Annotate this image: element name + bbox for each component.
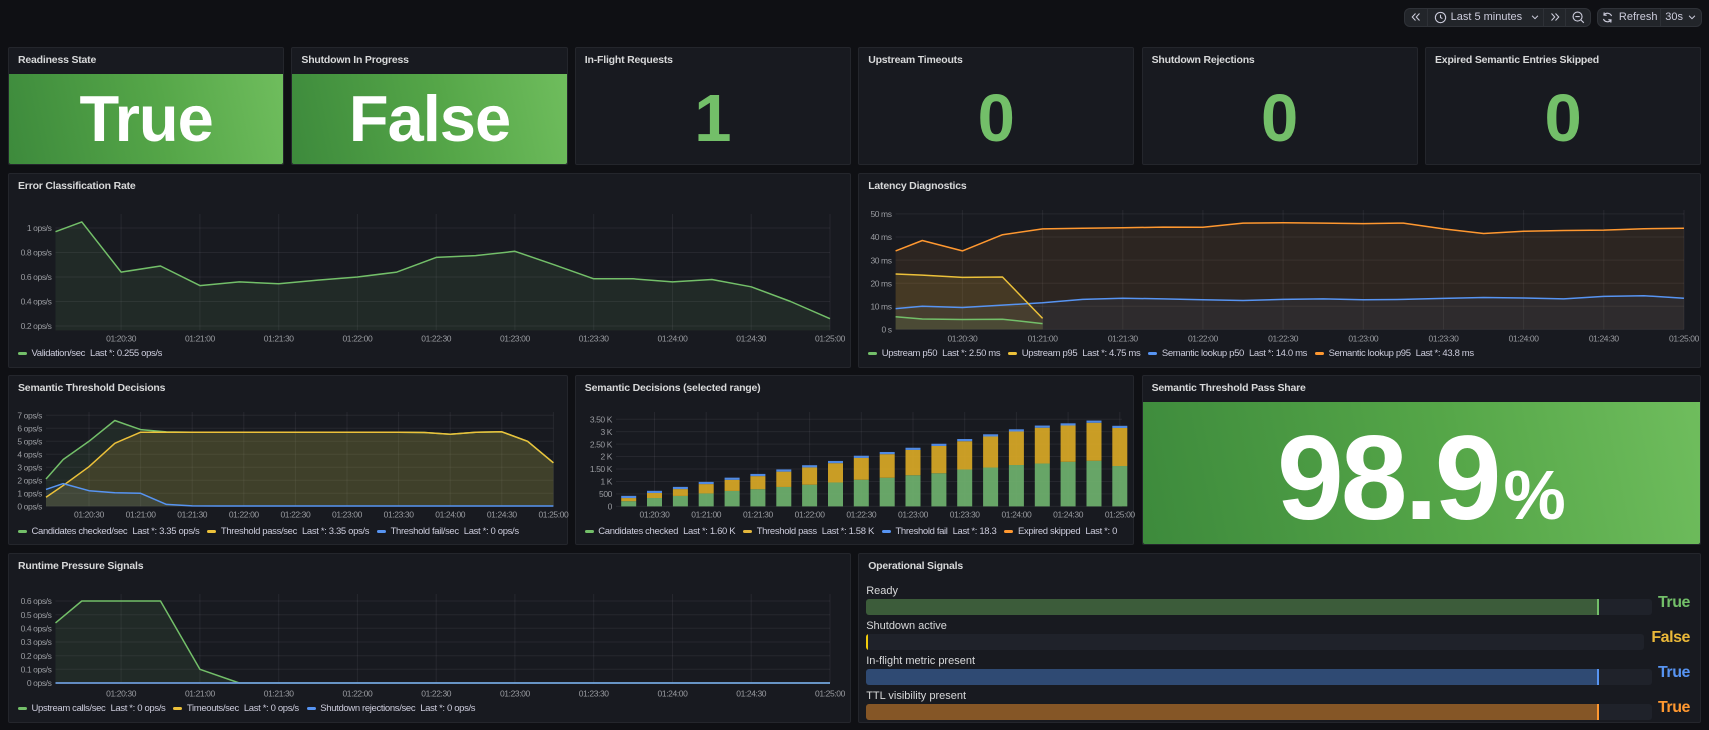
svg-text:1 ops/s: 1 ops/s	[17, 489, 42, 499]
svg-text:50 ms: 50 ms	[871, 209, 892, 219]
svg-text:01:21:30: 01:21:30	[264, 689, 295, 699]
svg-text:01:22:30: 01:22:30	[421, 689, 452, 699]
svg-text:01:21:00: 01:21:00	[691, 510, 722, 520]
svg-text:01:25:00: 01:25:00	[1669, 334, 1700, 344]
svg-text:1.50 K: 1.50 K	[590, 464, 613, 474]
svg-text:01:24:00: 01:24:00	[1001, 510, 1032, 520]
svg-text:01:25:00: 01:25:00	[538, 510, 569, 520]
svg-text:01:20:30: 01:20:30	[639, 510, 670, 520]
svg-text:01:24:30: 01:24:30	[736, 689, 767, 699]
svg-text:7 ops/s: 7 ops/s	[17, 411, 42, 421]
svg-text:01:24:30: 01:24:30	[1053, 510, 1084, 520]
svg-text:0.5 ops/s: 0.5 ops/s	[21, 610, 52, 620]
svg-text:0.3 ops/s: 0.3 ops/s	[21, 637, 52, 647]
svg-text:01:22:00: 01:22:00	[229, 510, 260, 520]
svg-text:01:22:00: 01:22:00	[794, 510, 825, 520]
svg-text:0 s: 0 s	[882, 325, 892, 335]
svg-text:0.2 ops/s: 0.2 ops/s	[21, 321, 52, 331]
svg-text:01:21:00: 01:21:00	[1028, 334, 1059, 344]
svg-text:10 ms: 10 ms	[871, 302, 892, 312]
svg-text:01:20:30: 01:20:30	[106, 334, 137, 344]
svg-text:01:24:00: 01:24:00	[435, 510, 466, 520]
svg-text:01:22:00: 01:22:00	[342, 689, 373, 699]
svg-text:01:22:30: 01:22:30	[421, 334, 452, 344]
svg-text:0 ops/s: 0 ops/s	[17, 502, 42, 512]
svg-text:01:23:30: 01:23:30	[579, 689, 610, 699]
svg-text:0.6 ops/s: 0.6 ops/s	[21, 272, 52, 282]
svg-text:0.8 ops/s: 0.8 ops/s	[21, 248, 52, 258]
svg-text:01:21:30: 01:21:30	[1108, 334, 1139, 344]
svg-text:01:20:30: 01:20:30	[74, 510, 105, 520]
svg-text:20 ms: 20 ms	[871, 278, 892, 288]
svg-text:0.2 ops/s: 0.2 ops/s	[21, 651, 52, 661]
svg-text:01:23:00: 01:23:00	[1349, 334, 1380, 344]
svg-text:01:23:30: 01:23:30	[1429, 334, 1460, 344]
svg-text:01:22:30: 01:22:30	[846, 510, 877, 520]
svg-text:40 ms: 40 ms	[871, 232, 892, 242]
svg-text:01:21:30: 01:21:30	[177, 510, 208, 520]
svg-text:1 ops/s: 1 ops/s	[27, 223, 52, 233]
svg-text:01:23:30: 01:23:30	[950, 510, 981, 520]
svg-text:2 K: 2 K	[600, 452, 612, 462]
svg-text:01:24:30: 01:24:30	[1589, 334, 1620, 344]
svg-text:01:23:30: 01:23:30	[579, 334, 610, 344]
svg-text:500: 500	[599, 489, 613, 499]
svg-text:01:20:30: 01:20:30	[106, 689, 137, 699]
svg-text:01:23:30: 01:23:30	[384, 510, 415, 520]
svg-text:5 ops/s: 5 ops/s	[17, 437, 42, 447]
svg-text:01:24:00: 01:24:00	[1509, 334, 1540, 344]
svg-text:2.50 K: 2.50 K	[590, 439, 613, 449]
svg-text:0.4 ops/s: 0.4 ops/s	[21, 297, 52, 307]
svg-text:1 K: 1 K	[600, 477, 612, 487]
svg-text:01:25:00: 01:25:00	[1105, 510, 1136, 520]
svg-text:0 ops/s: 0 ops/s	[27, 678, 52, 688]
svg-text:01:25:00: 01:25:00	[815, 334, 846, 344]
svg-text:0: 0	[607, 502, 612, 512]
svg-text:01:24:00: 01:24:00	[658, 334, 689, 344]
svg-text:01:25:00: 01:25:00	[815, 689, 846, 699]
svg-text:01:24:30: 01:24:30	[487, 510, 518, 520]
svg-text:01:21:00: 01:21:00	[185, 689, 216, 699]
svg-text:01:23:00: 01:23:00	[500, 689, 531, 699]
svg-text:01:22:00: 01:22:00	[1188, 334, 1219, 344]
svg-text:01:21:30: 01:21:30	[264, 334, 295, 344]
svg-text:0.6 ops/s: 0.6 ops/s	[21, 596, 52, 606]
svg-text:01:23:00: 01:23:00	[500, 334, 531, 344]
svg-text:01:21:00: 01:21:00	[185, 334, 216, 344]
svg-text:01:22:30: 01:22:30	[1268, 334, 1299, 344]
svg-text:01:24:30: 01:24:30	[736, 334, 767, 344]
svg-text:01:20:30: 01:20:30	[948, 334, 979, 344]
svg-text:2 ops/s: 2 ops/s	[17, 476, 42, 486]
svg-text:01:21:30: 01:21:30	[743, 510, 774, 520]
svg-text:0.1 ops/s: 0.1 ops/s	[21, 665, 52, 675]
svg-text:01:24:00: 01:24:00	[658, 689, 689, 699]
svg-text:01:23:00: 01:23:00	[332, 510, 363, 520]
svg-text:6 ops/s: 6 ops/s	[17, 424, 42, 434]
svg-text:0.4 ops/s: 0.4 ops/s	[21, 624, 52, 634]
svg-text:01:22:00: 01:22:00	[342, 334, 373, 344]
svg-text:01:22:30: 01:22:30	[280, 510, 311, 520]
svg-text:3 K: 3 K	[600, 427, 612, 437]
svg-text:4 ops/s: 4 ops/s	[17, 450, 42, 460]
svg-text:01:21:00: 01:21:00	[126, 510, 157, 520]
svg-text:30 ms: 30 ms	[871, 255, 892, 265]
svg-text:3.50 K: 3.50 K	[590, 414, 613, 424]
svg-text:3 ops/s: 3 ops/s	[17, 463, 42, 473]
svg-text:01:23:00: 01:23:00	[898, 510, 929, 520]
